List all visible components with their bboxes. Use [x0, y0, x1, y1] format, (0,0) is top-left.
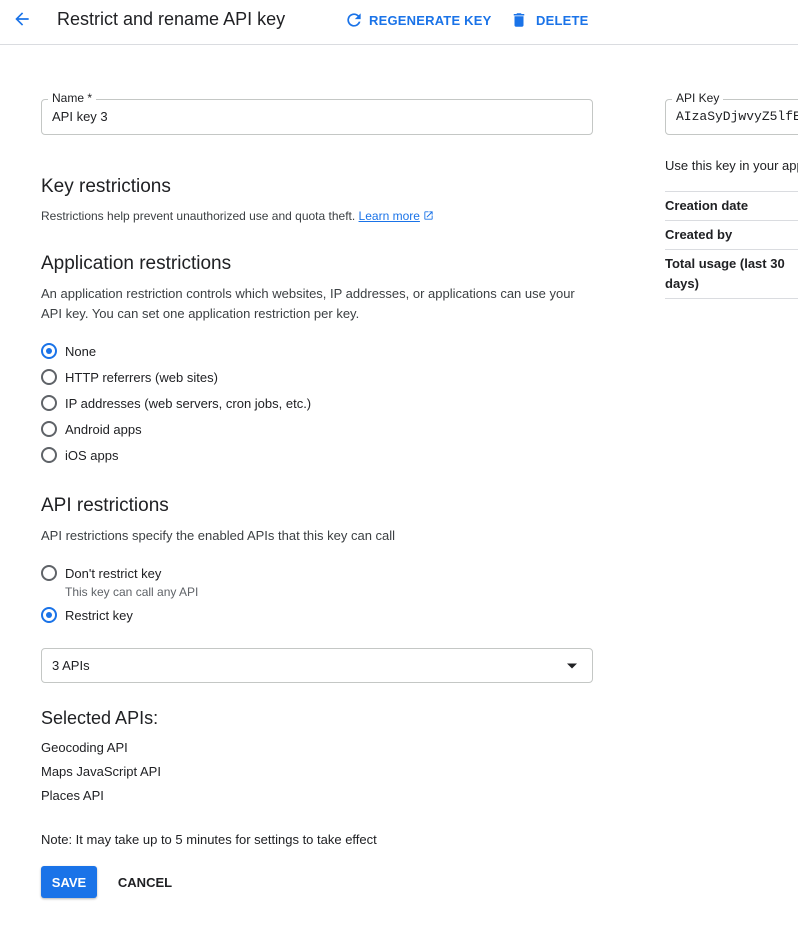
- radio-circle: [41, 447, 57, 463]
- radio-circle: [41, 369, 57, 385]
- radio-circle: [41, 607, 57, 623]
- application-restrictions-description: An application restriction controls whic…: [41, 286, 575, 321]
- radio-circle: [41, 565, 57, 581]
- radio-circle: [41, 395, 57, 411]
- application-restrictions-heading: Application restrictions: [41, 253, 232, 274]
- settings-note: Note: It may take up to 5 minutes for se…: [41, 832, 377, 847]
- page-header: Restrict and rename API key REGENERATE K…: [0, 0, 798, 45]
- api-restrictions-heading: API restrictions: [41, 495, 169, 516]
- radio-label: Don't restrict key: [65, 565, 162, 581]
- key-info-table: Creation date Created by Total usage (la…: [665, 191, 798, 299]
- radio-circle: [41, 421, 57, 437]
- radio-label: IP addresses (web servers, cron jobs, et…: [65, 395, 312, 411]
- trash-icon: [509, 10, 529, 30]
- radio-app-ios[interactable]: iOS apps: [41, 447, 118, 463]
- radio-app-android[interactable]: Android apps: [41, 421, 142, 437]
- info-row-created-by: Created by: [665, 220, 798, 249]
- radio-circle: [41, 343, 57, 359]
- name-field-value: API key 3: [52, 109, 108, 124]
- delete-button[interactable]: DELETE: [509, 8, 588, 32]
- radio-label: None: [65, 343, 97, 359]
- radio-app-ip-addresses[interactable]: IP addresses (web servers, cron jobs, et…: [41, 395, 311, 411]
- radio-dont-restrict-key[interactable]: Don't restrict key: [41, 565, 161, 581]
- key-restrictions-description: Restrictions help prevent unauthorized u…: [41, 206, 434, 226]
- learn-more-link[interactable]: Learn more: [359, 209, 420, 223]
- radio-label: Android apps: [65, 421, 142, 437]
- key-restrictions-text: Restrictions help prevent unauthorized u…: [41, 209, 356, 223]
- api-key-usage-text: Use this key in your app: [665, 158, 798, 173]
- refresh-icon: [344, 10, 364, 30]
- apis-select[interactable]: 3 APIs: [41, 648, 593, 683]
- regenerate-key-button[interactable]: REGENERATE KEY: [344, 8, 491, 32]
- info-row-total-usage: Total usage (last 30 days): [665, 249, 798, 299]
- api-key-value: AIzaSyDjwvyZ5lfE: [676, 109, 798, 124]
- cancel-button[interactable]: CANCEL: [109, 866, 181, 898]
- dont-restrict-sublabel: This key can call any API: [65, 585, 199, 599]
- selected-api-item: Geocoding API: [41, 740, 128, 755]
- info-row-creation-date: Creation date: [665, 191, 798, 220]
- delete-label: DELETE: [536, 12, 589, 28]
- apis-select-value: 3 APIs: [52, 658, 90, 673]
- back-button[interactable]: [9, 6, 35, 32]
- name-field[interactable]: Name * API key 3: [41, 91, 593, 135]
- open-in-new-icon: [424, 211, 433, 220]
- radio-restrict-key[interactable]: Restrict key: [41, 607, 133, 623]
- dropdown-arrow-icon: [567, 663, 577, 669]
- regenerate-key-label: REGENERATE KEY: [369, 12, 492, 28]
- radio-app-none[interactable]: None: [41, 343, 96, 359]
- name-field-label: Name *: [48, 91, 97, 105]
- api-key-field[interactable]: API Key AIzaSyDjwvyZ5lfE: [665, 91, 798, 135]
- selected-api-item: Places API: [41, 788, 104, 803]
- api-key-label: API Key: [672, 91, 724, 105]
- radio-label: Restrict key: [65, 607, 133, 623]
- selected-apis-heading: Selected APIs:: [41, 708, 159, 728]
- page-title: Restrict and rename API key: [57, 9, 286, 29]
- save-button[interactable]: SAVE: [41, 866, 97, 898]
- arrow-back-icon: [15, 12, 29, 26]
- selected-api-item: Maps JavaScript API: [41, 764, 161, 779]
- key-restrictions-heading: Key restrictions: [41, 176, 171, 197]
- radio-label: iOS apps: [65, 447, 119, 463]
- radio-app-http-referrers[interactable]: HTTP referrers (web sites): [41, 369, 218, 385]
- api-restrictions-description: API restrictions specify the enabled API…: [41, 528, 396, 543]
- radio-label: HTTP referrers (web sites): [65, 369, 218, 385]
